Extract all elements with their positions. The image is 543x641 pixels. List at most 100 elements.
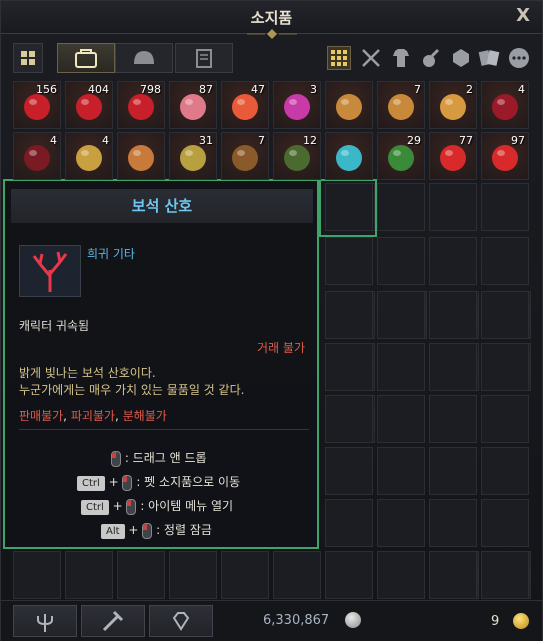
empty-slot[interactable] [377,183,425,231]
empty-slot[interactable] [325,183,373,231]
empty-slot[interactable] [429,183,477,231]
tab-bag[interactable] [57,43,115,73]
row2-slot-1[interactable]: 4 [13,132,61,180]
filter-cards[interactable] [477,46,501,70]
row1-slot-3[interactable]: 798 [117,81,165,129]
row1-slot-4[interactable]: 87 [169,81,217,129]
potion-icon [423,48,440,67]
filter-weapons[interactable] [359,46,383,70]
empty-slot[interactable] [429,343,477,391]
gem-button[interactable] [149,605,213,637]
empty-slot[interactable] [325,343,373,391]
flag-no-sell: 판매불가 [19,409,64,423]
filter-armor[interactable] [389,46,413,70]
window-title: 소지품 [250,9,293,27]
row2-slot-7[interactable] [325,132,373,180]
empty-slot[interactable] [377,237,425,285]
title-ornament-icon [247,29,297,39]
empty-slot[interactable] [481,237,529,285]
filter-potion[interactable] [419,46,443,70]
empty-slot[interactable] [65,551,113,599]
empty-slot[interactable] [377,551,425,599]
mouse-right-icon [126,498,137,515]
tab-book[interactable] [175,43,233,73]
empty-slot[interactable] [481,183,529,231]
more-icon [509,48,529,68]
empty-slot[interactable] [169,551,217,599]
hint-item-menu: Ctrl + : 아이템 메뉴 열기 [81,497,233,515]
row1-slot-7[interactable] [325,81,373,129]
row2-slot-8[interactable]: 29 [377,132,425,180]
empty-slot[interactable] [325,291,373,339]
filter-more[interactable] [507,46,531,70]
empty-slot[interactable] [377,291,425,339]
empty-slot[interactable] [325,551,373,599]
filter-gem[interactable] [449,46,473,70]
vase-icon [128,145,154,171]
empty-slot[interactable] [117,551,165,599]
crossed-swords-icon [362,49,380,67]
item-count: 7 [414,83,421,96]
bound-status: 캐릭터 귀속됨 [19,319,90,333]
ctrl-key: Ctrl [77,476,105,491]
row2-slot-4[interactable]: 31 [169,132,217,180]
title-bar[interactable]: 소지품 X [1,1,542,39]
empty-slot[interactable] [325,499,373,547]
item-count: 12 [303,134,317,147]
bottom-bar: 6,330,867 9 [1,600,542,641]
trident-icon [37,614,53,632]
item-count: 156 [36,83,57,96]
empty-slot[interactable] [429,447,477,495]
diamond-icon [172,612,190,631]
trident-button[interactable] [13,605,77,637]
row1-slot-6[interactable]: 3 [273,81,321,129]
empty-slot[interactable] [429,237,477,285]
empty-slot[interactable] [325,395,373,443]
row2-slot-10[interactable]: 97 [481,132,529,180]
row1-slot-10[interactable]: 4 [481,81,529,129]
item-count: 31 [199,134,213,147]
row1-slot-9[interactable]: 2 [429,81,477,129]
gem-icon [453,49,469,67]
empty-slot[interactable] [481,343,529,391]
tab-helmet[interactable] [115,43,173,73]
empty-slot[interactable] [377,343,425,391]
row2-slot-5[interactable]: 7 [221,132,269,180]
row1-slot-2[interactable]: 404 [65,81,113,129]
item-grade: 희귀 기타 [87,247,135,261]
row1-slot-1[interactable]: 156 [13,81,61,129]
empty-slot[interactable] [429,395,477,443]
empty-slot[interactable] [325,447,373,495]
row1-slot-8[interactable]: 7 [377,81,425,129]
row2-slot-6[interactable]: 12 [273,132,321,180]
tab-grid-view[interactable] [13,43,43,73]
empty-slot[interactable] [481,291,529,339]
row2-slot-9[interactable]: 77 [429,132,477,180]
empty-slot[interactable] [481,447,529,495]
empty-slot[interactable] [429,499,477,547]
item-count: 4 [518,83,525,96]
book-icon [196,49,212,68]
close-button[interactable]: X [516,5,530,26]
empty-slot[interactable] [429,551,477,599]
empty-slot[interactable] [221,551,269,599]
empty-slot[interactable] [325,237,373,285]
empty-slot[interactable] [13,551,61,599]
empty-slot[interactable] [377,395,425,443]
tooltip-divider [19,429,309,430]
empty-slot[interactable] [481,395,529,443]
row2-slot-2[interactable]: 4 [65,132,113,180]
hint-sort-lock: Alt + : 정렬 잠금 [101,521,212,539]
empty-slot[interactable] [273,551,321,599]
empty-slot[interactable] [377,447,425,495]
all-grid-icon [331,50,347,66]
empty-slot[interactable] [429,291,477,339]
empty-slot[interactable] [481,499,529,547]
row1-slot-5[interactable]: 47 [221,81,269,129]
empty-slot[interactable] [481,551,529,599]
empty-slot[interactable] [377,499,425,547]
mouse-right-icon [122,474,133,491]
row2-slot-3[interactable] [117,132,165,180]
filter-all[interactable] [327,46,351,70]
repair-button[interactable] [81,605,145,637]
